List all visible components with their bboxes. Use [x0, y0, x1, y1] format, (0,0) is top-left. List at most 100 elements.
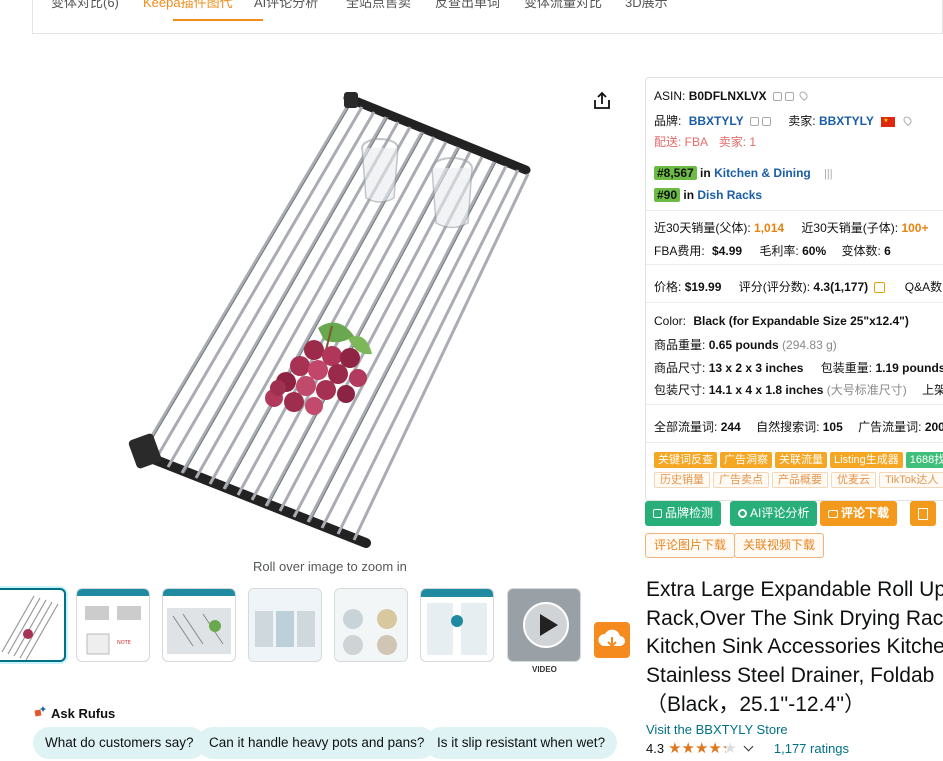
copy-icon[interactable]: [772, 92, 782, 102]
asin-row: ASIN: B0DFLNXLVX: [654, 89, 810, 103]
divider: [646, 210, 943, 211]
sales-parent-value: 1,014: [754, 221, 785, 235]
ai-review-button[interactable]: AI评论分析: [730, 501, 818, 526]
store-link[interactable]: Visit the BBXTYLY Store: [646, 722, 788, 737]
pie-chart-icon: [738, 509, 747, 519]
rank-row-sub: #90 in Dish Racks: [654, 188, 762, 202]
tag-youmaiyun[interactable]: 优麦云: [831, 472, 876, 488]
weight-value: 0.65 pounds: [708, 338, 779, 352]
sales-child-value: 100+: [901, 221, 929, 235]
tag-related-traffic[interactable]: 关联流量: [775, 452, 827, 468]
tag-ad-selling-points[interactable]: 广告卖点: [713, 472, 769, 488]
comment-icon: [828, 509, 838, 518]
review-download-button[interactable]: 评论下载: [820, 501, 898, 526]
star-rating-icon[interactable]: ★★★★★★: [668, 739, 737, 757]
video-label: VIDEO: [532, 665, 557, 674]
share-icon[interactable]: [591, 90, 613, 112]
tag-keyword-reverse[interactable]: 关键词反查: [654, 452, 717, 468]
tag-1688[interactable]: 1688找: [905, 452, 943, 468]
tab-variant-traffic[interactable]: 变体流量对比: [524, 0, 602, 11]
weight-grams: (294.83 g): [782, 338, 837, 352]
dims-value: 13 x 2 x 3 inches: [708, 361, 804, 375]
tag-history-sales[interactable]: 历史销量: [654, 472, 710, 488]
color-row: Color: Black (for Expandable Size 25"x12…: [654, 314, 909, 328]
ratings-count-link[interactable]: 1,177 ratings: [774, 741, 849, 756]
related-video-download-button[interactable]: 关联视频下载: [734, 533, 825, 558]
tab-keepa[interactable]: Keepa插件图代: [143, 0, 233, 11]
divider: [646, 442, 943, 443]
delivery-row: 配送: FBA 卖家: 1: [654, 133, 756, 150]
tag-listing-generator[interactable]: Listing生成器: [830, 452, 903, 468]
zoom-hint: Roll over image to zoom in: [253, 559, 407, 574]
cloud-download-button[interactable]: [594, 622, 630, 658]
tab-reverse-keywords[interactable]: 反查出单词: [435, 0, 500, 11]
weight-row: 商品重量: 0.65 pounds (294.83 g): [654, 338, 837, 352]
tag-product-summary[interactable]: 产品概要: [772, 472, 828, 488]
product-info-panel: ASIN: B0DFLNXLVX 品牌: BBXTYLY 卖家: BBXTYLY…: [645, 77, 943, 501]
thumbnail-expandable[interactable]: [162, 588, 236, 662]
rufus-chip-heavy-pots[interactable]: Can it handle heavy pots and pans?: [197, 727, 437, 759]
pkg-weight-value: 1.19 pounds: [875, 361, 943, 375]
thumbnail-multipurpose[interactable]: [334, 588, 408, 662]
active-tab-indicator: [173, 19, 263, 21]
tab-ai-review[interactable]: AI评论分析: [254, 0, 318, 11]
seller-link[interactable]: BBXTYLY: [819, 114, 874, 128]
thumbnail-main[interactable]: [0, 588, 66, 662]
rating-value: 4.3(1,177): [813, 280, 869, 294]
cloud-download-icon: [598, 629, 625, 648]
color-value: Black (for Expandable Size 25"x12.4"): [693, 314, 909, 328]
svg-text:NOTE: NOTE: [117, 640, 131, 646]
fba-fee-value: $4.99: [712, 244, 743, 258]
divider: [646, 302, 943, 303]
ask-rufus-heading: Ask Rufus: [33, 705, 115, 722]
brand-row: 品牌: BBXTYLY 卖家: BBXTYLY ★: [654, 112, 913, 129]
tab-3d-view[interactable]: 3D展示: [625, 0, 668, 11]
brand-check-button[interactable]: 品牌检测: [645, 501, 722, 526]
tab-all-sites[interactable]: 全站点售卖: [346, 0, 411, 11]
tool-tags-row-2: 历史销量 广告卖点 产品概要 优麦云 TikTok达人: [654, 472, 943, 488]
variants-value: 6: [884, 244, 891, 258]
brand-link[interactable]: BBXTYLY: [689, 114, 744, 128]
margin-value: 60%: [802, 244, 827, 258]
location-icon[interactable]: [798, 89, 810, 102]
square-icon: [653, 509, 662, 519]
tag-ad-insight[interactable]: 广告洞察: [720, 452, 772, 468]
tab-variant-compare[interactable]: 变体对比(6): [51, 0, 119, 11]
product-title: Extra Large Expandable Roll Up Rack,Over…: [646, 578, 943, 716]
divider: [646, 404, 943, 405]
rating-row: 4.3 ★★★★★★ 1,177 ratings: [646, 739, 849, 757]
size-class: (大号标准尺寸): [826, 383, 907, 397]
rank-badge: #90: [654, 188, 681, 202]
rank-category-link[interactable]: Dish Racks: [697, 188, 762, 202]
copy-icon[interactable]: [874, 282, 886, 294]
traffic-total: 244: [720, 420, 741, 434]
rating-value: 4.3: [646, 740, 665, 756]
copy-icon[interactable]: [749, 117, 759, 127]
calculator-icon: [918, 507, 928, 520]
calculator-button[interactable]: [910, 501, 936, 526]
rank-badge: #8,567: [654, 166, 697, 180]
thumbnail-comparison[interactable]: [420, 588, 494, 662]
thumbnail-durable[interactable]: [248, 588, 322, 662]
bar-chart-icon[interactable]: |||: [824, 168, 833, 180]
tag-tiktok[interactable]: TikTok达人: [879, 472, 943, 488]
price-row: 价格: $19.99 评分(评分数): 4.3(1,177) Q&A数: [654, 280, 943, 294]
chevron-down-icon[interactable]: [743, 741, 754, 751]
rufus-chip-customers[interactable]: What do customers say?: [33, 727, 206, 759]
divider: [646, 264, 943, 265]
thumbnail-video[interactable]: [507, 588, 581, 662]
copy-icon[interactable]: [784, 92, 794, 102]
review-image-download-button[interactable]: 评论图片下载: [645, 533, 736, 558]
product-main-image[interactable]: [118, 88, 538, 558]
rufus-icon: [33, 705, 47, 722]
thumbnail-fit-check[interactable]: NOTE: [76, 588, 150, 662]
location-icon[interactable]: [901, 114, 913, 127]
pkg-dims-value: 14.1 x 4 x 1.8 inches: [708, 383, 824, 397]
rank-category-link[interactable]: Kitchen & Dining: [714, 166, 811, 180]
asin-value[interactable]: B0DFLNXLVX: [689, 89, 767, 103]
rufus-chip-slip-resistant[interactable]: Is it slip resistant when wet?: [425, 727, 618, 759]
delivery-fba: 配送: FBA: [654, 135, 708, 149]
ask-rufus-title: Ask Rufus: [51, 706, 116, 721]
tool-tags-row-1: 关键词反查 广告洞察 关联流量 Listing生成器 1688找: [654, 452, 943, 468]
external-link-icon[interactable]: [761, 117, 771, 127]
